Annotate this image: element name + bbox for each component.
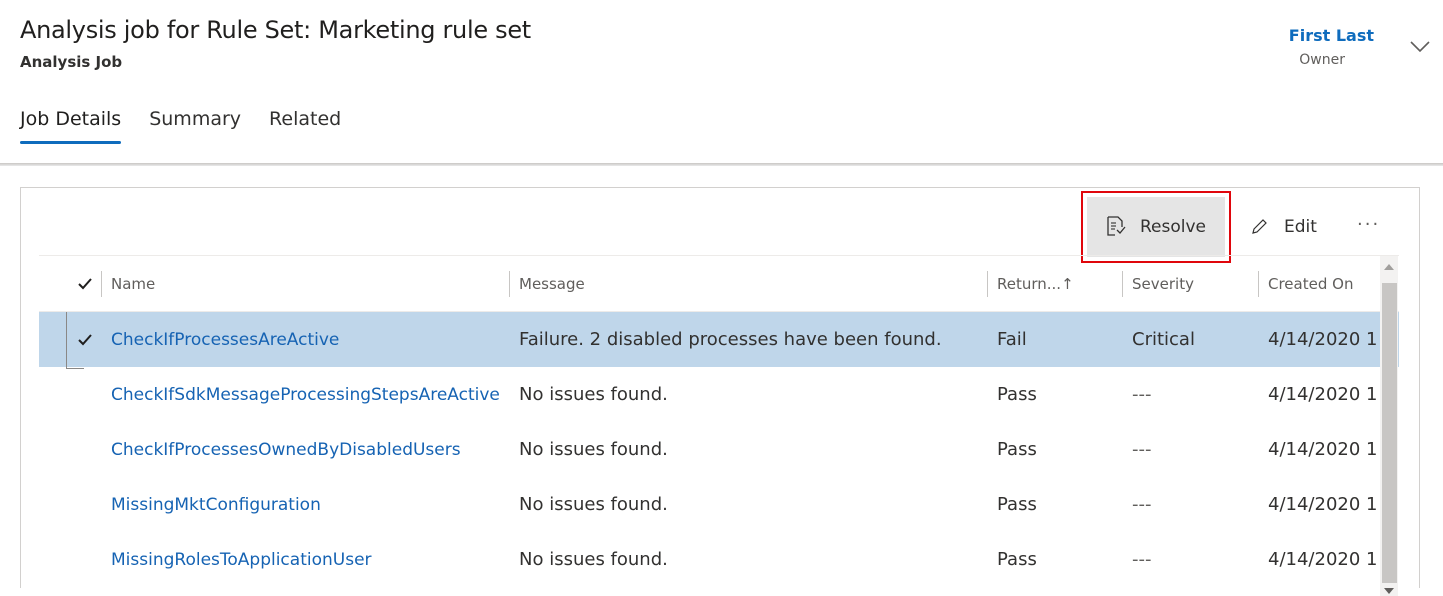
row-severity: Critical <box>1132 329 1195 350</box>
entity-type-label: Analysis Job <box>20 53 123 71</box>
row-return: Fail <box>997 329 1027 350</box>
header-divider <box>0 163 1443 166</box>
grid-header-row: Name Message Return...↑ Severity Created… <box>39 255 1399 312</box>
select-all-checkbox[interactable] <box>77 256 93 311</box>
row-message: No issues found. <box>519 549 668 570</box>
column-header-label: Message <box>519 274 585 293</box>
edit-label: Edit <box>1284 217 1317 237</box>
resolve-button[interactable]: Resolve <box>1087 197 1225 257</box>
row-return: Pass <box>997 494 1037 515</box>
record-header: Analysis job for Rule Set: Marketing rul… <box>0 0 1443 165</box>
column-header-label: Created On <box>1268 274 1354 293</box>
row-select-checkbox[interactable] <box>77 312 93 367</box>
results-subgrid: Resolve Edit ··· Name Message Return...↑… <box>20 187 1420 596</box>
column-header-severity[interactable]: Severity <box>1122 256 1242 311</box>
tab-bar: Job Details Summary Related <box>20 108 341 148</box>
row-created-on: 4/14/2020 1 <box>1268 384 1378 405</box>
table-row[interactable]: MissingMktConfiguration No issues found.… <box>39 477 1399 532</box>
vertical-scrollbar[interactable] <box>1380 256 1398 596</box>
column-header-label: Severity <box>1132 274 1194 293</box>
data-grid: Name Message Return...↑ Severity Created… <box>39 255 1399 587</box>
scroll-up-arrow-icon[interactable] <box>1383 262 1395 272</box>
row-created-on: 4/14/2020 1 <box>1268 549 1378 570</box>
tab-summary[interactable]: Summary <box>149 108 241 144</box>
table-row[interactable]: CheckIfProcessesOwnedByDisabledUsers No … <box>39 422 1399 477</box>
table-row[interactable]: CheckIfProcessesAreActive Failure. 2 dis… <box>39 312 1399 369</box>
row-severity: --- <box>1132 549 1152 570</box>
row-message: No issues found. <box>519 494 668 515</box>
row-name-link[interactable]: CheckIfSdkMessageProcessingStepsAreActiv… <box>111 367 506 422</box>
row-created-on: 4/14/2020 1 <box>1268 494 1378 515</box>
edit-button[interactable]: Edit <box>1250 212 1317 242</box>
row-name-link[interactable]: MissingMktConfiguration <box>111 477 506 532</box>
row-name-link[interactable]: CheckIfProcessesAreActive <box>111 312 506 367</box>
row-name-link[interactable]: CheckIfProcessesOwnedByDisabledUsers <box>111 422 506 477</box>
owner-link[interactable]: First Last <box>1289 26 1374 45</box>
resolve-label: Resolve <box>1139 217 1206 237</box>
chevron-down-icon[interactable] <box>1407 36 1433 56</box>
row-message: Failure. 2 disabled processes have been … <box>519 329 942 350</box>
resolve-document-icon <box>1107 216 1126 236</box>
tab-related[interactable]: Related <box>269 108 341 144</box>
row-severity: --- <box>1132 439 1152 460</box>
row-return: Pass <box>997 549 1037 570</box>
scrollbar-thumb[interactable] <box>1382 283 1397 583</box>
column-header-return[interactable]: Return...↑ <box>987 256 1112 311</box>
tab-job-details[interactable]: Job Details <box>20 108 122 144</box>
row-name-link[interactable]: MissingRolesToApplicationUser <box>111 532 506 587</box>
column-separator <box>1122 271 1123 297</box>
column-header-name[interactable]: Name <box>101 256 501 311</box>
row-message: No issues found. <box>519 439 668 460</box>
table-row[interactable]: CheckIfSdkMessageProcessingStepsAreActiv… <box>39 367 1399 422</box>
column-header-label: Return...↑ <box>997 274 1074 293</box>
checkmark-icon <box>78 333 92 345</box>
column-separator <box>101 271 102 297</box>
table-row[interactable]: MissingRolesToApplicationUser No issues … <box>39 532 1399 587</box>
resolve-highlight-box: Resolve <box>1081 191 1231 263</box>
column-separator <box>1258 271 1259 297</box>
column-separator <box>509 271 510 297</box>
row-focus-indicator <box>66 312 67 369</box>
row-severity: --- <box>1132 384 1152 405</box>
page-title: Analysis job for Rule Set: Marketing rul… <box>20 16 531 44</box>
owner-label: Owner <box>1299 52 1345 68</box>
pencil-icon <box>1252 219 1267 234</box>
row-return: Pass <box>997 384 1037 405</box>
row-return: Pass <box>997 439 1037 460</box>
row-message: No issues found. <box>519 384 668 405</box>
row-created-on: 4/14/2020 1 <box>1268 329 1378 350</box>
column-header-label: Name <box>111 274 156 293</box>
scroll-down-arrow-icon[interactable] <box>1383 586 1395 596</box>
more-commands-button[interactable]: ··· <box>1357 214 1380 235</box>
checkmark-icon <box>78 277 92 289</box>
column-header-created-on[interactable]: Created On <box>1258 256 1378 311</box>
row-created-on: 4/14/2020 1 <box>1268 439 1378 460</box>
column-separator <box>987 271 988 297</box>
column-header-message[interactable]: Message <box>509 256 979 311</box>
row-severity: --- <box>1132 494 1152 515</box>
